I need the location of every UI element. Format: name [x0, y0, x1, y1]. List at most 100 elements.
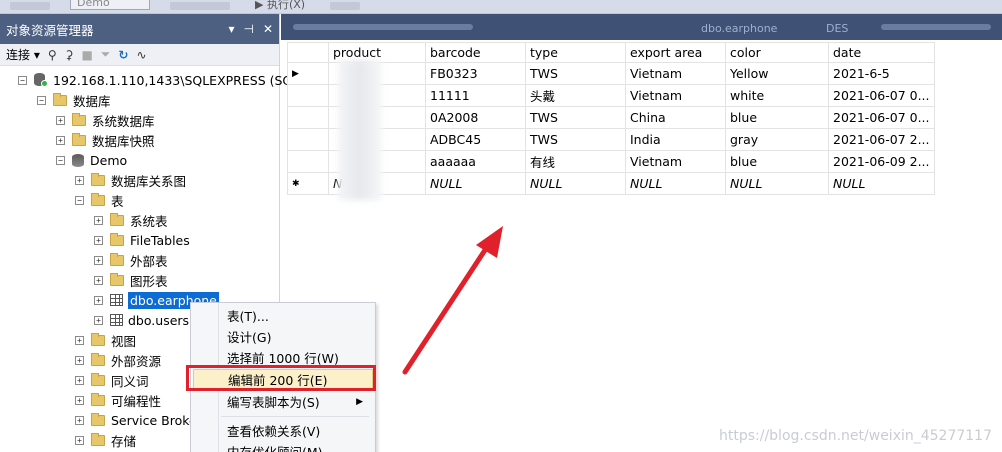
connect-button[interactable]: 连接 ▾ [6, 46, 40, 63]
table-cell[interactable]: Yellow [725, 62, 829, 85]
execute-button[interactable]: ▶ 执行(X) [255, 0, 305, 12]
collapse-icon[interactable]: − [56, 155, 65, 165]
menu-item-view-dependencies[interactable]: 查看依赖关系(V) [193, 420, 373, 441]
table-cell[interactable]: NULL [425, 172, 526, 195]
menu-item-design[interactable]: 设计(G) [193, 326, 373, 347]
table-row[interactable]: 11111 头戴 Vietnam white 2021-06-07 0... [287, 84, 935, 107]
disconnect-icon[interactable]: ⚳ [65, 48, 74, 62]
table-cell[interactable]: TWS [525, 128, 626, 151]
pin-icon[interactable]: ⊣ [243, 22, 253, 36]
row-selector[interactable] [287, 106, 329, 129]
tab-title[interactable]: dbo.earphone [701, 22, 777, 35]
table-cell[interactable]: NULL [725, 172, 829, 195]
tree-node[interactable]: + 可编程性 [75, 390, 161, 410]
column-header[interactable]: export area [625, 42, 726, 63]
row-selector[interactable] [287, 128, 329, 151]
tree-node[interactable]: + Service Broke [75, 410, 197, 430]
expand-icon[interactable]: + [75, 175, 84, 185]
table-cell[interactable]: 11111 [425, 84, 526, 107]
menu-item-memory-optimization-advisor[interactable]: 内存优化顾问(M) [193, 441, 373, 452]
table-cell[interactable]: blue [725, 106, 829, 129]
table-cell[interactable]: TWS [525, 106, 626, 129]
expand-icon[interactable]: + [75, 335, 84, 345]
table-cell[interactable]: 0A2008 [425, 106, 526, 129]
tree-node[interactable]: − 192.168.1.110,1433\SQLEXPRESS (SQL [18, 70, 299, 90]
table-cell[interactable]: India [625, 128, 726, 151]
table-cell[interactable]: Vietnam [625, 150, 726, 173]
expand-icon[interactable]: + [94, 275, 103, 285]
table-cell[interactable]: Vietnam [625, 62, 726, 85]
tree-node[interactable]: + 外部表 [94, 250, 168, 270]
row-selector[interactable]: ▶ [287, 62, 329, 85]
tree-node[interactable]: + 同义词 [75, 370, 149, 390]
tree-node[interactable]: + 系统数据库 [56, 110, 155, 130]
table-cell[interactable]: aaaaaa [425, 150, 526, 173]
expand-icon[interactable]: + [75, 395, 84, 405]
expand-icon[interactable]: + [75, 355, 84, 365]
table-cell[interactable]: gray [725, 128, 829, 151]
collapse-icon[interactable]: − [37, 95, 46, 105]
tree-node[interactable]: + FileTables [94, 230, 190, 250]
tree-node[interactable]: − 数据库 [37, 90, 111, 110]
table-row[interactable]: aaaaaa 有线 Vietnam blue 2021-06-09 2... [287, 150, 935, 173]
stop-icon[interactable]: ■ [81, 48, 92, 62]
table-cell[interactable]: 2021-06-09 2... [828, 150, 935, 173]
row-selector[interactable]: ✱ [287, 172, 329, 195]
expand-icon[interactable]: + [94, 255, 103, 265]
table-cell[interactable]: NULL [525, 172, 626, 195]
refresh-icon[interactable]: ↻ [118, 48, 128, 62]
tree-node[interactable]: + 存储 [75, 430, 136, 450]
dropdown-icon[interactable]: ▾ [228, 22, 234, 36]
table-cell[interactable]: 2021-06-07 0... [828, 84, 935, 107]
expand-icon[interactable]: + [94, 215, 103, 225]
expand-icon[interactable]: + [94, 315, 103, 325]
column-header[interactable]: color [725, 42, 829, 63]
table-cell[interactable]: 2021-6-5 [828, 62, 935, 85]
table-cell[interactable]: 有线 [525, 150, 626, 173]
table-cell[interactable]: 2021-06-07 2... [828, 128, 935, 151]
table-cell[interactable]: NULL [625, 172, 726, 195]
expand-icon[interactable]: + [56, 135, 65, 145]
column-header[interactable]: barcode [425, 42, 526, 63]
tree-node[interactable]: + 外部资源 [75, 350, 161, 370]
expand-icon[interactable]: + [75, 375, 84, 385]
connect-icon[interactable]: ⚲ [48, 48, 57, 62]
filter-icon[interactable]: ⏷ [101, 47, 111, 62]
table-cell[interactable]: ADBC45 [425, 128, 526, 151]
collapse-icon[interactable]: − [75, 195, 84, 205]
database-combo[interactable]: Demo [70, 0, 150, 10]
table-cell[interactable]: 头戴 [525, 84, 626, 107]
tree-node[interactable]: + 数据库关系图 [75, 170, 186, 190]
column-header[interactable]: date [828, 42, 935, 63]
table-row[interactable]: ▶ FB0323 TWS Vietnam Yellow 2021-6-5 [287, 62, 935, 85]
activity-monitor-icon[interactable]: ∿ [136, 48, 146, 62]
tree-node[interactable]: − Demo [56, 150, 127, 170]
expand-icon[interactable]: + [94, 235, 103, 245]
tree-node[interactable]: + 图形表 [94, 270, 168, 290]
table-row[interactable]: ADBC45 TWS India gray 2021-06-07 2... [287, 128, 935, 151]
tree-node[interactable]: − 表 [75, 190, 124, 210]
tree-node[interactable]: + 系统表 [94, 210, 168, 230]
table-cell[interactable]: China [625, 106, 726, 129]
tab-title-2[interactable]: DES [826, 22, 848, 35]
expand-icon[interactable]: + [75, 415, 84, 425]
table-cell[interactable]: Vietnam [625, 84, 726, 107]
column-header[interactable]: type [525, 42, 626, 63]
tree-node[interactable]: + 视图 [75, 330, 136, 350]
row-selector[interactable] [287, 150, 329, 173]
menu-item-table[interactable]: 表(T)... [193, 305, 373, 326]
close-icon[interactable]: ✕ [263, 22, 273, 36]
row-selector[interactable] [287, 84, 329, 107]
table-cell[interactable]: NULL [828, 172, 935, 195]
table-cell[interactable]: TWS [525, 62, 626, 85]
table-cell[interactable]: 2021-06-07 0... [828, 106, 935, 129]
table-cell[interactable]: white [725, 84, 829, 107]
tree-node[interactable]: + dbo.users [94, 310, 189, 330]
expand-icon[interactable]: + [94, 295, 103, 305]
expand-icon[interactable]: + [75, 435, 84, 445]
table-row[interactable]: ✱NULLNULLNULLNULLNULLNULL [287, 172, 935, 195]
menu-item-script-table-as[interactable]: 编写表脚本为(S) ▶ [193, 391, 373, 412]
table-cell[interactable]: blue [725, 150, 829, 173]
collapse-icon[interactable]: − [18, 75, 27, 85]
tree-node[interactable]: + 数据库快照 [56, 130, 155, 150]
